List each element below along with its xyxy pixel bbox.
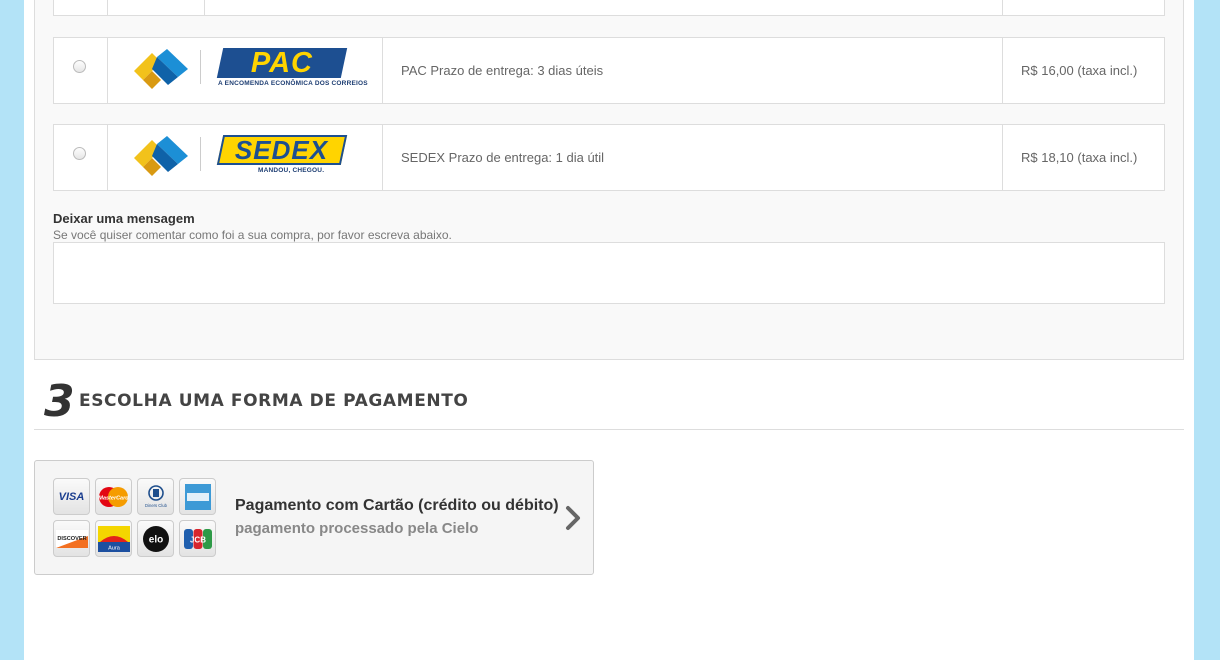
correios-logo-icon [134, 136, 188, 176]
svg-text:MasterCard: MasterCard [98, 495, 129, 501]
svg-text:elo: elo [148, 534, 162, 545]
divider [34, 429, 1184, 430]
pac-logo: PAC A ENCOMENDA ECONÔMICA DOS CORREIOS [108, 38, 383, 103]
sedex-tagline: MANDOU, CHEGOU. [258, 167, 325, 174]
pac-brand-text: PAC [250, 46, 314, 79]
visa-icon: VISA [53, 478, 90, 515]
step-title: ESCOLHA UMA FORMA DE PAGAMENTO [79, 391, 469, 411]
sedex-brand-text: SEDEX [235, 134, 329, 165]
pac-tagline: A ENCOMENDA ECONÔMICA DOS CORREIOS [218, 80, 368, 87]
american-express-icon [179, 478, 216, 515]
discover-icon: DISCOVER [53, 520, 90, 557]
sedex-radio[interactable] [73, 147, 86, 160]
sedex-logo: SEDEX MANDOU, CHEGOU. [108, 125, 383, 190]
shipping-option-row-partial [53, 0, 1165, 16]
pac-radio[interactable] [73, 60, 86, 73]
shipping-option-pac[interactable]: PAC A ENCOMENDA ECONÔMICA DOS CORREIOS P… [53, 37, 1165, 104]
message-subtitle: Se você quiser comentar como foi a sua c… [53, 228, 452, 242]
shipping-panel: PAC A ENCOMENDA ECONÔMICA DOS CORREIOS P… [34, 0, 1184, 360]
diners-club-icon: Diners Club [137, 478, 174, 515]
svg-text:DISCOVER: DISCOVER [57, 536, 86, 542]
payment-option-title: Pagamento com Cartão (crédito ou débito) [235, 497, 559, 514]
payment-option-subtitle: pagamento processado pela Cielo [235, 520, 479, 537]
sedex-description: SEDEX Prazo de entrega: 1 dia útil [401, 150, 605, 165]
mastercard-icon: MasterCard [95, 478, 132, 515]
jcb-icon: JCB [179, 520, 216, 557]
svg-text:Diners Club: Diners Club [145, 503, 168, 508]
chevron-right-icon[interactable] [563, 505, 583, 531]
step-number: 3 [44, 376, 75, 427]
message-textarea[interactable] [53, 242, 1165, 304]
pac-description: PAC Prazo de entrega: 3 dias úteis [401, 63, 604, 78]
aura-icon: Aura [95, 520, 132, 557]
message-title: Deixar uma mensagem [53, 211, 195, 226]
shipping-option-sedex[interactable]: SEDEX MANDOU, CHEGOU. SEDEX Prazo de ent… [53, 124, 1165, 191]
checkout-page: PAC A ENCOMENDA ECONÔMICA DOS CORREIOS P… [24, 0, 1194, 660]
correios-logo-icon [134, 49, 188, 89]
pac-price: R$ 16,00 (taxa incl.) [1021, 63, 1138, 78]
sedex-price: R$ 18,10 (taxa incl.) [1021, 150, 1138, 165]
svg-text:Aura: Aura [108, 545, 121, 551]
svg-text:JCB: JCB [189, 535, 205, 544]
elo-icon: elo [137, 520, 174, 557]
card-payment-option[interactable]: VISA MasterCard Diners Club DISCOVER Aur… [34, 460, 594, 575]
